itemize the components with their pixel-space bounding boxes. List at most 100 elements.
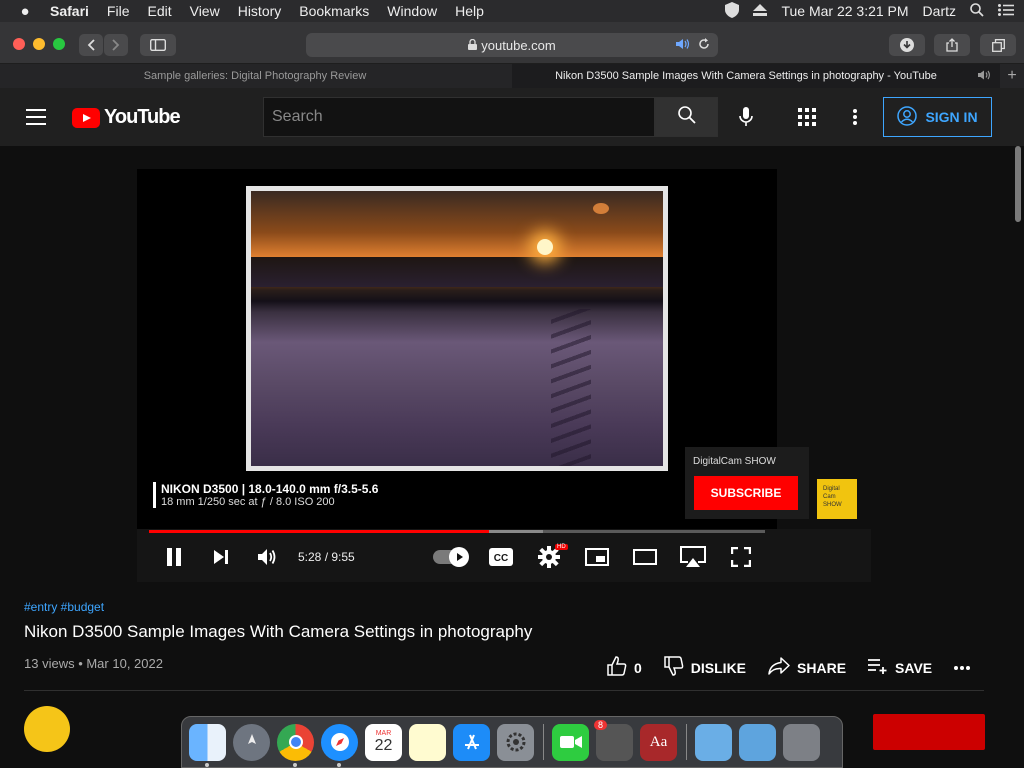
more-actions-icon[interactable] <box>954 656 971 679</box>
captions-button[interactable]: CC <box>488 545 514 569</box>
safari-compass-icon[interactable] <box>321 723 358 767</box>
microphone-icon[interactable] <box>734 105 758 129</box>
spotlight-search-icon[interactable] <box>970 2 984 20</box>
mail-badge: 8 <box>594 719 608 730</box>
speaker-icon[interactable] <box>676 38 692 53</box>
macos-dock: MAR 22 8 Aa <box>181 716 843 768</box>
time-display: 5:28 / 9:55 <box>298 550 355 564</box>
youtube-play-logo-icon <box>72 107 100 128</box>
lock-icon <box>468 38 478 53</box>
theater-mode-icon[interactable] <box>632 545 658 569</box>
miniplayer-icon[interactable] <box>584 545 610 569</box>
next-video-icon[interactable] <box>209 545 233 569</box>
channel-subscribe-button[interactable] <box>873 714 985 750</box>
downloads-folder-icon[interactable] <box>739 723 776 761</box>
share-video-button[interactable]: SHARE <box>768 656 846 679</box>
search-input[interactable]: Search <box>263 97 655 137</box>
pause-icon[interactable] <box>162 545 186 569</box>
menu-file[interactable]: File <box>107 3 130 19</box>
shield-icon[interactable] <box>725 1 740 21</box>
minimize-window-button[interactable] <box>33 38 45 50</box>
calendar-icon[interactable]: MAR 22 <box>365 723 402 761</box>
dislike-button[interactable]: DISLIKE <box>664 656 746 679</box>
menubar-clock[interactable]: Tue Mar 22 3:21 PM <box>781 3 908 19</box>
menu-edit[interactable]: Edit <box>147 3 171 19</box>
launchpad-icon[interactable] <box>233 723 270 761</box>
notification-center-icon[interactable] <box>998 3 1014 19</box>
tab-overview-button[interactable] <box>980 34 1016 56</box>
progress-bar[interactable] <box>149 530 765 533</box>
caption-camera-lens: NIKON D3500 | 18.0-140.0 mm f/3.5-5.6 <box>161 482 379 496</box>
youtube-wordmark: YouTube <box>104 106 181 128</box>
page-scrollbar[interactable] <box>1014 146 1022 716</box>
video-metadata: #entry #budget Nikon D3500 Sample Images… <box>24 600 988 676</box>
footprint-tracks <box>551 309 591 466</box>
menu-view[interactable]: View <box>190 3 220 19</box>
reload-icon[interactable] <box>698 37 710 53</box>
safari-toolbar: youtube.com <box>0 22 1024 64</box>
more-options-icon[interactable] <box>843 105 867 129</box>
system-preferences-icon[interactable] <box>497 723 534 761</box>
mail-icon[interactable]: 8 <box>594 719 633 761</box>
app-store-icon[interactable] <box>453 723 490 761</box>
save-label: SAVE <box>895 659 933 676</box>
autoplay-toggle[interactable] <box>433 547 469 567</box>
tab-dpreview[interactable]: Sample galleries: Digital Photography Re… <box>0 64 510 88</box>
subscribe-button[interactable]: SUBSCRIBE <box>694 476 798 510</box>
thumbs-down-icon <box>664 656 684 679</box>
menubar-user[interactable]: Dartz <box>923 3 956 19</box>
eject-icon[interactable] <box>753 3 768 19</box>
hd-badge: HD <box>555 544 568 550</box>
forward-button[interactable] <box>104 34 128 56</box>
tab-audio-icon[interactable] <box>978 70 992 83</box>
trash-icon[interactable] <box>783 723 820 761</box>
channel-avatar[interactable] <box>24 706 70 752</box>
video-photo-frame <box>246 186 668 471</box>
facetime-icon[interactable] <box>552 723 589 761</box>
dictionary-icon[interactable]: Aa <box>640 723 677 761</box>
sun <box>537 239 553 255</box>
new-tab-button[interactable]: + <box>1000 64 1024 88</box>
youtube-logo[interactable]: YouTube <box>72 106 181 129</box>
menu-history[interactable]: History <box>238 3 282 19</box>
downloads-button[interactable] <box>889 34 925 56</box>
close-window-button[interactable] <box>13 38 25 50</box>
url-text: youtube.com <box>481 37 556 53</box>
video-hashtags[interactable]: #entry #budget <box>24 600 988 614</box>
zoom-window-button[interactable] <box>53 38 65 50</box>
apps-grid-icon[interactable] <box>795 105 819 129</box>
section-divider <box>24 690 984 691</box>
volume-icon[interactable] <box>256 545 280 569</box>
hamburger-menu-icon[interactable] <box>26 109 46 125</box>
menu-safari[interactable]: Safari <box>50 3 89 19</box>
menu-help[interactable]: Help <box>455 3 484 19</box>
share-button[interactable] <box>934 34 970 56</box>
applications-folder-icon[interactable] <box>695 723 732 761</box>
save-button[interactable]: SAVE <box>868 656 932 679</box>
chrome-icon[interactable] <box>277 723 314 767</box>
user-circle-icon <box>897 105 918 129</box>
subscribe-endcard: DigitalCam SHOW SUBSCRIBE <box>685 447 809 519</box>
endcard-channel-name: DigitalCam SHOW <box>693 456 776 467</box>
sign-in-button[interactable]: SIGN IN <box>883 97 992 137</box>
views-and-date: 13 views • Mar 10, 2022 <box>24 656 163 671</box>
notes-icon[interactable] <box>409 723 446 761</box>
captions-label: CC <box>494 553 508 564</box>
menu-bookmarks[interactable]: Bookmarks <box>299 3 369 19</box>
finder-icon[interactable] <box>189 723 226 767</box>
video-player[interactable]: NIKON D3500 | 18.0-140.0 mm f/3.5-5.6 18… <box>137 169 777 529</box>
channel-logo[interactable]: Digital Cam SHOW <box>817 479 857 519</box>
scrollbar-thumb[interactable] <box>1015 146 1021 222</box>
calendar-month: MAR <box>375 729 392 737</box>
progress-played <box>149 530 490 533</box>
address-bar[interactable]: youtube.com <box>306 33 718 57</box>
back-button[interactable] <box>79 34 103 56</box>
menu-window[interactable]: Window <box>387 3 437 19</box>
fullscreen-icon[interactable] <box>729 545 753 569</box>
search-button[interactable] <box>655 97 718 137</box>
like-button[interactable]: 0 <box>607 656 642 679</box>
tab-youtube[interactable]: Nikon D3500 Sample Images With Camera Se… <box>512 64 1000 88</box>
sidebar-toggle-button[interactable] <box>140 34 176 56</box>
airplay-icon[interactable] <box>679 545 707 569</box>
apple-menu-icon[interactable]: ● <box>0 3 50 20</box>
